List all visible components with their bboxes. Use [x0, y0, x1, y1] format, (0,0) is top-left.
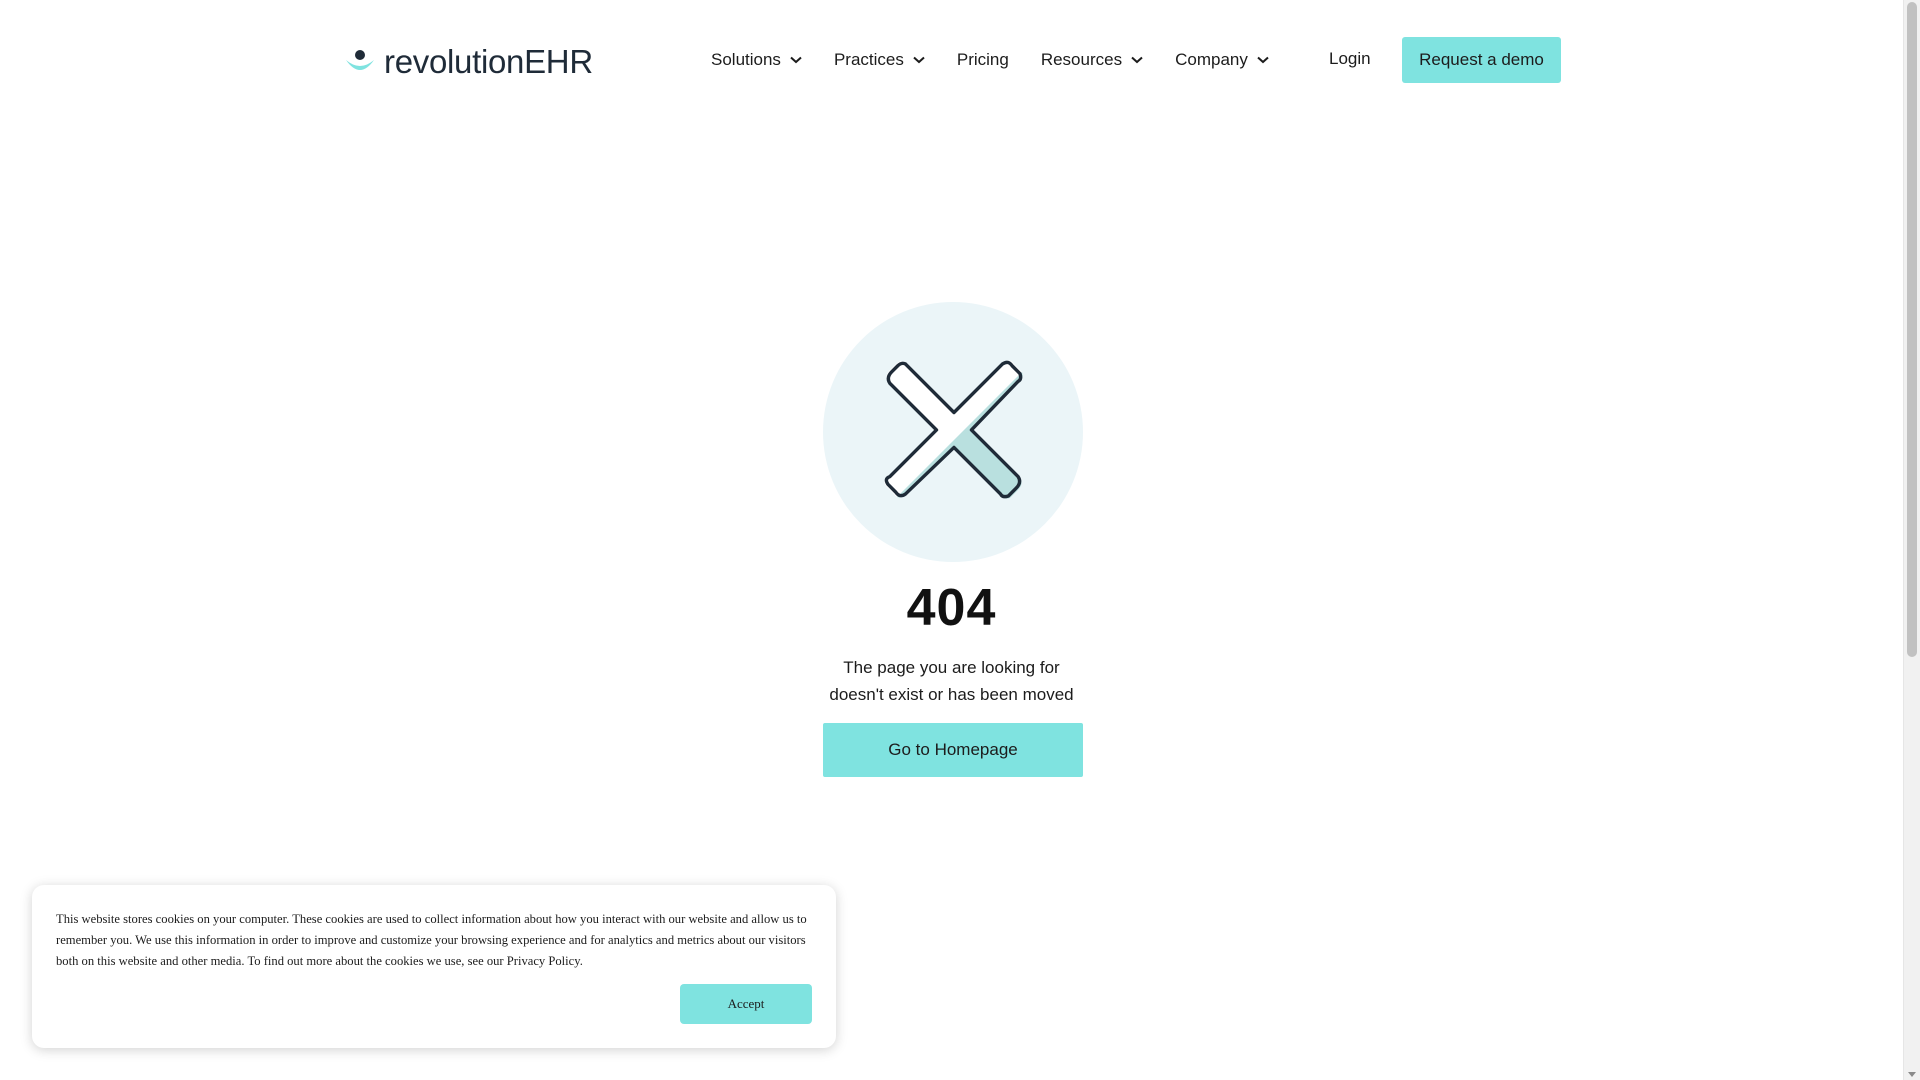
accept-cookies-button[interactable]: Accept: [680, 984, 812, 1024]
cookie-text: This website stores cookies on your comp…: [56, 912, 807, 968]
scroll-down-arrow-icon[interactable]: [1908, 1072, 1916, 1077]
nav-item-practices[interactable]: Practices: [834, 50, 925, 70]
chevron-down-icon: [1257, 56, 1269, 64]
nav-item-solutions[interactable]: Solutions: [711, 50, 802, 70]
login-link[interactable]: Login: [1329, 49, 1371, 69]
nav-item-pricing[interactable]: Pricing: [957, 50, 1009, 70]
error-message-line: doesn't exist or has been moved: [829, 685, 1074, 704]
logo-text: revolutionEHR: [384, 43, 593, 80]
logo[interactable]: revolutionEHR: [344, 43, 593, 80]
nav-item-resources[interactable]: Resources: [1041, 50, 1143, 70]
chevron-down-icon: [1131, 56, 1143, 64]
chevron-down-icon: [790, 56, 802, 64]
scrollbar-thumb[interactable]: [1907, 2, 1917, 657]
close-x-icon: [884, 360, 1023, 499]
error-message: The page you are looking for doesn't exi…: [0, 654, 1903, 708]
chevron-down-icon: [913, 56, 925, 64]
page-scrollbar[interactable]: [1903, 0, 1920, 1080]
nav-label: Resources: [1040, 50, 1123, 69]
main-nav: Solutions Practices Pricing Resources Co…: [711, 44, 1301, 76]
nav-label: Practices: [833, 50, 904, 69]
go-to-homepage-button[interactable]: Go to Homepage: [823, 723, 1083, 777]
nav-item-company[interactable]: Company: [1175, 50, 1269, 70]
nav-label: Pricing: [956, 50, 1009, 69]
error-code: 404: [906, 579, 997, 637]
request-demo-button[interactable]: Request a demo: [1402, 37, 1561, 83]
nav-label: Company: [1175, 50, 1248, 69]
nav-label: Solutions: [711, 50, 781, 69]
site-header: revolutionEHR Solutions Practices Pricin…: [0, 0, 1903, 120]
smile-logo-icon: [344, 46, 376, 78]
cookie-banner: This website stores cookies on your comp…: [32, 885, 836, 1048]
error-message-line: The page you are looking for: [843, 658, 1060, 677]
